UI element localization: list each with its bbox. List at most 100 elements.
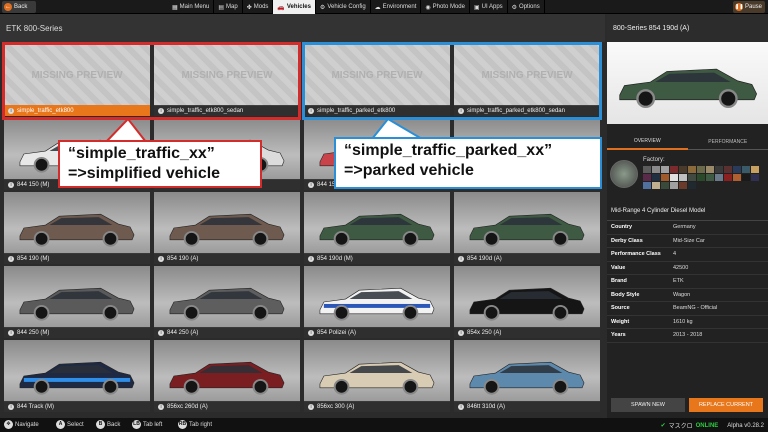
info-icon[interactable]: i — [458, 403, 464, 410]
car-image — [19, 361, 135, 395]
car-image — [19, 287, 135, 321]
paint-swatch[interactable] — [643, 166, 651, 173]
paint-swatch[interactable] — [724, 174, 732, 181]
paint-swatch[interactable] — [742, 174, 750, 181]
info-icon[interactable]: i — [158, 255, 164, 262]
back-button[interactable]: ← Back — [2, 1, 36, 13]
vehicle-config-tile[interactable]: i 854x 250 (A) — [454, 266, 600, 338]
tab-map[interactable]: ▤ Map — [214, 0, 243, 14]
spec-key: Brand — [611, 278, 627, 285]
vehicle-config-tile[interactable]: i 844 250 (A) — [154, 266, 300, 338]
spec-key: Years — [611, 332, 626, 339]
tab-environment[interactable]: ☁ Environment — [371, 0, 422, 14]
spawn-new-button[interactable]: SPAWN NEW — [611, 398, 685, 412]
paint-swatch[interactable] — [652, 182, 660, 189]
tab-vehicle-config[interactable]: ⚙ Vehicle Config — [316, 0, 371, 14]
tab-photo-mode[interactable]: ◉ Photo Mode — [421, 0, 470, 14]
pause-icon: ❚❚ — [735, 3, 744, 11]
vehicle-config-tile[interactable]: i 844 250 (M) — [4, 266, 150, 338]
info-icon[interactable]: i — [158, 329, 164, 336]
paint-swatch[interactable] — [670, 174, 678, 181]
tab-options[interactable]: ⚙ Options — [508, 0, 545, 14]
controller-button-icon: ✥ — [4, 420, 13, 429]
info-icon[interactable]: i — [158, 403, 164, 410]
paint-swatch[interactable] — [661, 174, 669, 181]
paint-swatch[interactable] — [715, 166, 723, 173]
pause-button[interactable]: ❚❚ Pause — [733, 1, 765, 13]
paint-swatch[interactable] — [688, 174, 696, 181]
hint-back: B Back — [96, 420, 120, 429]
paint-swatch[interactable] — [670, 166, 678, 173]
tile-label: 854x 250 (A) — [467, 329, 502, 336]
tab-overview[interactable]: OVERVIEW — [607, 134, 688, 150]
info-icon[interactable]: i — [458, 255, 464, 262]
info-icon[interactable]: i — [8, 329, 14, 336]
paint-swatch[interactable] — [697, 166, 705, 173]
paint-swatch[interactable] — [679, 174, 687, 181]
paint-swatch[interactable] — [706, 174, 714, 181]
paint-swatch[interactable] — [706, 166, 714, 173]
paint-swatch[interactable] — [751, 174, 759, 181]
car-wheel — [33, 304, 50, 321]
vehicle-thumbnail — [304, 266, 450, 328]
info-icon[interactable]: i — [308, 181, 314, 188]
spec-key: Performance Class — [611, 251, 661, 258]
paint-swatch[interactable] — [751, 166, 759, 173]
paint-swatch[interactable] — [670, 182, 678, 189]
vehicle-thumbnail — [4, 266, 150, 328]
vehicle-config-tile[interactable]: i 846tt 310d (A) — [454, 340, 600, 412]
tab-main-menu[interactable]: ▦ Main Menu — [168, 0, 215, 14]
tab-ui-apps[interactable]: ▣ UI Apps — [470, 0, 508, 14]
paint-swatch[interactable] — [733, 174, 741, 181]
vehicle-config-tile[interactable]: i 854 Polizei (A) — [304, 266, 450, 338]
tab-vehicles[interactable]: 🚗 Vehicles — [273, 0, 316, 14]
spec-row: Derby Class Mid-Size Car — [607, 235, 768, 248]
info-icon[interactable]: i — [308, 329, 314, 336]
info-icon[interactable]: i — [8, 255, 14, 262]
vehicle-config-tile[interactable]: i 854 190 (A) — [154, 192, 300, 264]
tab-mods[interactable]: ✤ Mods — [243, 0, 274, 14]
spec-key: Country — [611, 224, 633, 231]
vehicle-config-tile[interactable]: i 856xc 260d (A) — [154, 340, 300, 412]
paint-swatch[interactable] — [679, 166, 687, 173]
back-label: Back — [14, 4, 28, 10]
paint-swatch[interactable] — [643, 174, 651, 181]
paint-swatch[interactable] — [661, 182, 669, 189]
vehicle-config-tile[interactable]: i 854 190d (A) — [454, 192, 600, 264]
paint-swatch[interactable] — [715, 174, 723, 181]
vehicle-thumbnail — [4, 340, 150, 402]
paint-swatch[interactable] — [679, 182, 687, 189]
current-paint-swatch[interactable] — [610, 160, 638, 188]
spec-row: Performance Class 4 — [607, 248, 768, 262]
paint-swatch[interactable] — [688, 182, 696, 189]
paint-swatch[interactable] — [724, 166, 732, 173]
tile-caption: i 846tt 310d (A) — [454, 401, 600, 412]
paint-swatch[interactable] — [688, 166, 696, 173]
paint-swatch[interactable] — [733, 166, 741, 173]
car-image — [169, 287, 285, 321]
vehicle-config-tile[interactable]: i 856xc 300 (A) — [304, 340, 450, 412]
paint-swatch[interactable] — [697, 174, 705, 181]
info-icon[interactable]: i — [8, 181, 14, 188]
paint-swatch[interactable] — [742, 166, 750, 173]
spec-row: Weight 1610 kg — [607, 316, 768, 329]
hint-tab-left: LB Tab left — [132, 420, 162, 429]
tab-performance[interactable]: PERFORMANCE — [687, 134, 768, 150]
tile-caption: i 856xc 260d (A) — [154, 401, 300, 412]
tile-label: 854 190d (M) — [317, 255, 353, 262]
replace-current-button[interactable]: REPLACE CURRENT — [689, 398, 763, 412]
spec-value: Wagon — [673, 291, 691, 298]
info-icon[interactable]: i — [308, 403, 314, 410]
paint-swatch[interactable] — [652, 166, 660, 173]
info-icon[interactable]: i — [308, 255, 314, 262]
info-icon[interactable]: i — [8, 403, 14, 410]
vehicle-config-tile[interactable]: i 844 Track (M) — [4, 340, 150, 412]
vehicle-config-tile[interactable]: i 854 190 (M) — [4, 192, 150, 264]
paint-swatch[interactable] — [643, 182, 651, 189]
paint-swatch[interactable] — [661, 166, 669, 173]
paint-swatch[interactable] — [652, 174, 660, 181]
info-icon[interactable]: i — [458, 329, 464, 336]
vehicle-config-tile[interactable]: i 854 190d (M) — [304, 192, 450, 264]
tile-label: 854 190d (A) — [467, 255, 502, 262]
car-image — [169, 213, 285, 247]
